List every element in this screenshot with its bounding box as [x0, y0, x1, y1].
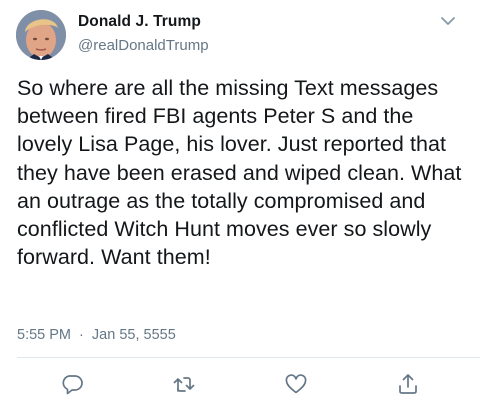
divider — [17, 357, 480, 358]
tweet-time: 5:55 PM — [17, 327, 71, 343]
share-button[interactable] — [396, 372, 420, 396]
tweet-date: Jan 55, 5555 — [91, 327, 176, 343]
tweet-card: Donald J. Trump @realDonaldTrump So wher… — [0, 0, 480, 410]
retweet-button[interactable] — [172, 372, 196, 396]
heart-icon — [285, 374, 307, 394]
author-name[interactable]: Donald J. Trump — [78, 13, 201, 31]
author-handle[interactable]: @realDonaldTrump — [78, 37, 209, 54]
reply-icon — [62, 375, 83, 395]
avatar[interactable] — [16, 10, 66, 60]
timestamp-separator: · — [79, 327, 84, 343]
tweet-timestamp[interactable]: 5:55 PM · Jan 55, 5555 — [17, 327, 176, 343]
profile-photo-icon — [16, 10, 66, 60]
chevron-down-icon[interactable] — [440, 14, 456, 26]
reply-button[interactable] — [60, 372, 84, 396]
retweet-icon — [173, 377, 195, 392]
share-icon — [399, 374, 417, 394]
action-bar — [0, 372, 480, 396]
like-button[interactable] — [284, 372, 308, 396]
tweet-text: So where are all the missing Text messag… — [17, 76, 462, 270]
